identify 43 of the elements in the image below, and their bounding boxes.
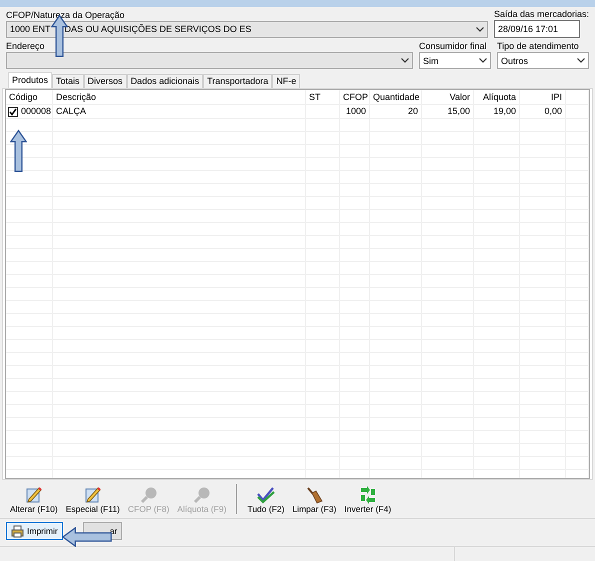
dropdown-caret-icon bbox=[401, 58, 409, 63]
double-checkmark-icon bbox=[256, 486, 275, 504]
magnifier-icon bbox=[192, 486, 211, 504]
toolbar-button[interactable]: Limpar (F3) bbox=[288, 486, 340, 514]
tab[interactable]: Totais bbox=[52, 74, 84, 88]
dropdown-caret-icon bbox=[577, 58, 585, 63]
action-button[interactable]: Imprimir bbox=[6, 522, 63, 540]
tab[interactable]: Produtos bbox=[8, 72, 52, 88]
field-label: Endereço bbox=[6, 41, 46, 52]
toolbar-button[interactable]: Tudo (F2) bbox=[243, 486, 288, 514]
table-cell: 15,00 bbox=[447, 106, 470, 116]
broom-icon bbox=[305, 486, 324, 504]
field-label: Saída das mercadorias: bbox=[494, 9, 589, 20]
tab[interactable]: Diversos bbox=[84, 74, 127, 88]
final-consumer-dropdown[interactable]: Sim bbox=[419, 52, 491, 69]
operation-dropdown[interactable]: 1000 ENT DAS OU AQUISIÇÕES DE SERVIÇOS DO ES bbox=[6, 21, 488, 38]
table-cell: CALÇA bbox=[56, 106, 86, 116]
date-field[interactable]: 28/09/16 17:01 bbox=[494, 20, 580, 38]
tab[interactable]: NF-e bbox=[272, 74, 300, 88]
pencil-note-icon bbox=[24, 486, 43, 504]
table-cell: 20 bbox=[408, 106, 418, 116]
tab[interactable]: Dados adicionais bbox=[126, 74, 204, 88]
magnifier-icon bbox=[140, 486, 158, 504]
field-label: Tipo de atendimento bbox=[497, 41, 580, 52]
table-cell: 0,00 bbox=[544, 106, 562, 116]
arrow-annotation bbox=[10, 129, 27, 173]
checkbox[interactable] bbox=[8, 106, 18, 116]
dropdown-caret-icon bbox=[476, 27, 484, 32]
service-type-dropdown[interactable]: Outros bbox=[497, 52, 589, 69]
dropdown-caret-icon bbox=[479, 58, 487, 63]
table-cell: 1000 bbox=[346, 106, 366, 116]
swap-arrows-icon bbox=[358, 486, 377, 504]
table-cell: 19,00 bbox=[493, 106, 516, 116]
field-label: CFOP/Natureza da Operação bbox=[6, 10, 126, 21]
toolbar-button[interactable]: Especial (F11) bbox=[62, 486, 124, 514]
toolbar-button[interactable]: Alterar (F10) bbox=[6, 486, 62, 514]
table-cell: 000008 bbox=[21, 105, 52, 118]
printer-icon bbox=[11, 524, 24, 538]
pencil-note-icon bbox=[84, 486, 102, 504]
toolbar-button[interactable]: Inverter (F4) bbox=[340, 486, 396, 514]
field-label: Consumidor final bbox=[419, 41, 488, 52]
arrow-annotation bbox=[62, 527, 112, 547]
tab[interactable]: Transportadora bbox=[203, 74, 272, 88]
